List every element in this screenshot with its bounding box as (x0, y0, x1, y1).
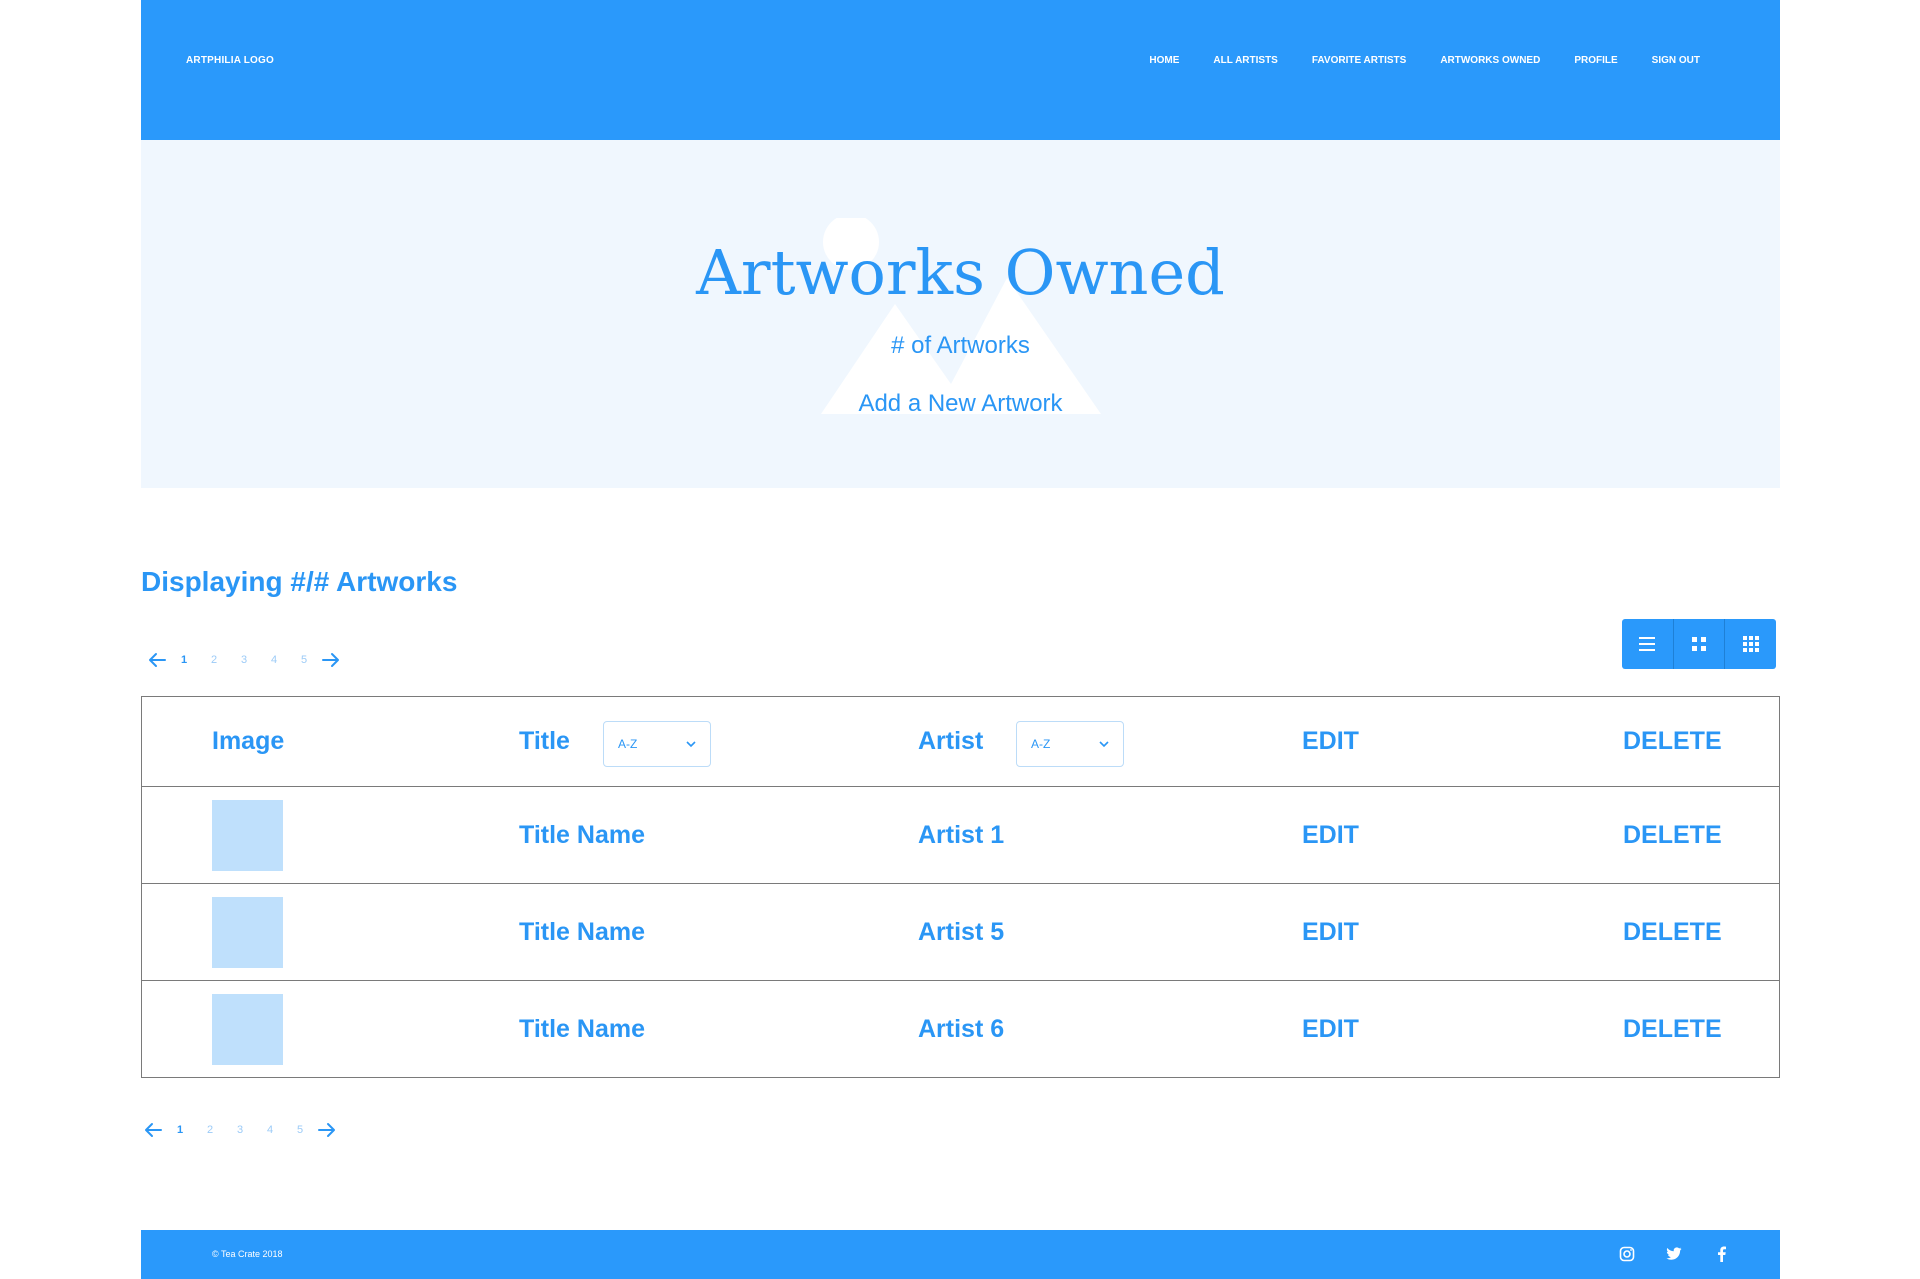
edit-button[interactable]: EDIT (1302, 787, 1359, 883)
artwork-thumbnail[interactable] (212, 993, 283, 1065)
hero-banner: Artworks Owned # of Artworks Add a New A… (141, 140, 1780, 488)
page-link-2[interactable]: 2 (199, 654, 229, 666)
title-sort-select[interactable]: A-Z (603, 721, 711, 767)
page-link-3[interactable]: 3 (225, 1124, 255, 1136)
next-page-arrow-icon[interactable] (319, 648, 343, 672)
artwork-artist[interactable]: Artist 1 (918, 787, 1004, 883)
pagination-bottom: 1 2 3 4 5 (141, 1118, 339, 1142)
chevron-down-icon (1099, 740, 1109, 747)
page-link-5[interactable]: 5 (285, 1124, 315, 1136)
compact-grid-view-icon[interactable] (1725, 619, 1776, 669)
add-artwork-row: Add a New Artwork (141, 390, 1780, 418)
pagination-top: 1 2 3 4 5 (145, 648, 343, 672)
page-link-1[interactable]: 1 (169, 654, 199, 666)
instagram-icon[interactable] (1618, 1245, 1636, 1263)
artwork-artist[interactable]: Artist 6 (918, 981, 1004, 1077)
artwork-count: # of Artworks (891, 332, 1030, 359)
nav-profile[interactable]: PROFILE (1574, 55, 1617, 66)
artwork-title[interactable]: Title Name (519, 981, 645, 1077)
page-link-4[interactable]: 4 (255, 1124, 285, 1136)
artwork-thumbnail[interactable] (212, 799, 283, 871)
artwork-artist[interactable]: Artist 5 (918, 884, 1004, 980)
table-row: Title Name Artist 6 EDIT DELETE (142, 980, 1779, 1077)
prev-page-arrow-icon[interactable] (141, 1118, 165, 1142)
artist-sort-select[interactable]: A-Z (1016, 721, 1124, 767)
column-header-edit: EDIT (1302, 727, 1359, 755)
page-link-5[interactable]: 5 (289, 654, 319, 666)
artwork-thumbnail[interactable] (212, 896, 283, 968)
delete-button[interactable]: DELETE (1623, 981, 1722, 1077)
page-link-4[interactable]: 4 (259, 654, 289, 666)
main-nav: HOME ALL ARTISTS FAVORITE ARTISTS ARTWOR… (1149, 55, 1700, 66)
image-cell (212, 981, 283, 1077)
delete-button[interactable]: DELETE (1623, 884, 1722, 980)
list-view-icon[interactable] (1622, 619, 1674, 669)
page-link-1[interactable]: 1 (165, 1124, 195, 1136)
social-links (1618, 1245, 1730, 1263)
page-link-2[interactable]: 2 (195, 1124, 225, 1136)
chevron-down-icon (686, 740, 696, 747)
artist-sort-value: A-Z (1031, 737, 1051, 751)
displaying-heading: Displaying #/# Artworks (141, 566, 458, 597)
column-header-artist: Artist (918, 727, 984, 755)
delete-button[interactable]: DELETE (1623, 787, 1722, 883)
nav-home[interactable]: HOME (1149, 55, 1179, 66)
nav-favorite-artists[interactable]: FAVORITE ARTISTS (1312, 55, 1406, 66)
copyright-text: © Tea Crate 2018 (212, 1249, 283, 1259)
next-page-arrow-icon[interactable] (315, 1118, 339, 1142)
image-cell (212, 787, 283, 883)
nav-all-artists[interactable]: ALL ARTISTS (1213, 55, 1277, 66)
footer: © Tea Crate 2018 (141, 1230, 1780, 1279)
view-toggle (1622, 619, 1776, 669)
column-header-title: Title (519, 727, 570, 755)
site-logo[interactable]: ARTPHILIA LOGO (186, 55, 274, 66)
artworks-table: Image Title A-Z Artist A-Z EDIT DELETE T… (141, 696, 1780, 1078)
page-link-3[interactable]: 3 (229, 654, 259, 666)
facebook-icon[interactable] (1712, 1245, 1730, 1263)
table-header-row: Image Title A-Z Artist A-Z EDIT DELETE (142, 697, 1779, 786)
top-header: ARTPHILIA LOGO HOME ALL ARTISTS FAVORITE… (141, 0, 1780, 140)
edit-button[interactable]: EDIT (1302, 981, 1359, 1077)
twitter-icon[interactable] (1665, 1245, 1683, 1263)
column-header-delete: DELETE (1623, 727, 1722, 755)
grid-view-icon[interactable] (1674, 619, 1726, 669)
page-title: Artworks Owned (696, 236, 1225, 309)
add-artwork-link[interactable]: Add a New Artwork (858, 390, 1062, 417)
nav-sign-out[interactable]: SIGN OUT (1652, 55, 1700, 66)
edit-button[interactable]: EDIT (1302, 884, 1359, 980)
table-row: Title Name Artist 5 EDIT DELETE (142, 883, 1779, 980)
image-cell (212, 884, 283, 980)
nav-artworks-owned[interactable]: ARTWORKS OWNED (1440, 55, 1540, 66)
column-header-image: Image (212, 727, 285, 755)
artwork-title[interactable]: Title Name (519, 787, 645, 883)
title-sort-value: A-Z (618, 737, 638, 751)
table-row: Title Name Artist 1 EDIT DELETE (142, 786, 1779, 883)
prev-page-arrow-icon[interactable] (145, 648, 169, 672)
artwork-title[interactable]: Title Name (519, 884, 645, 980)
